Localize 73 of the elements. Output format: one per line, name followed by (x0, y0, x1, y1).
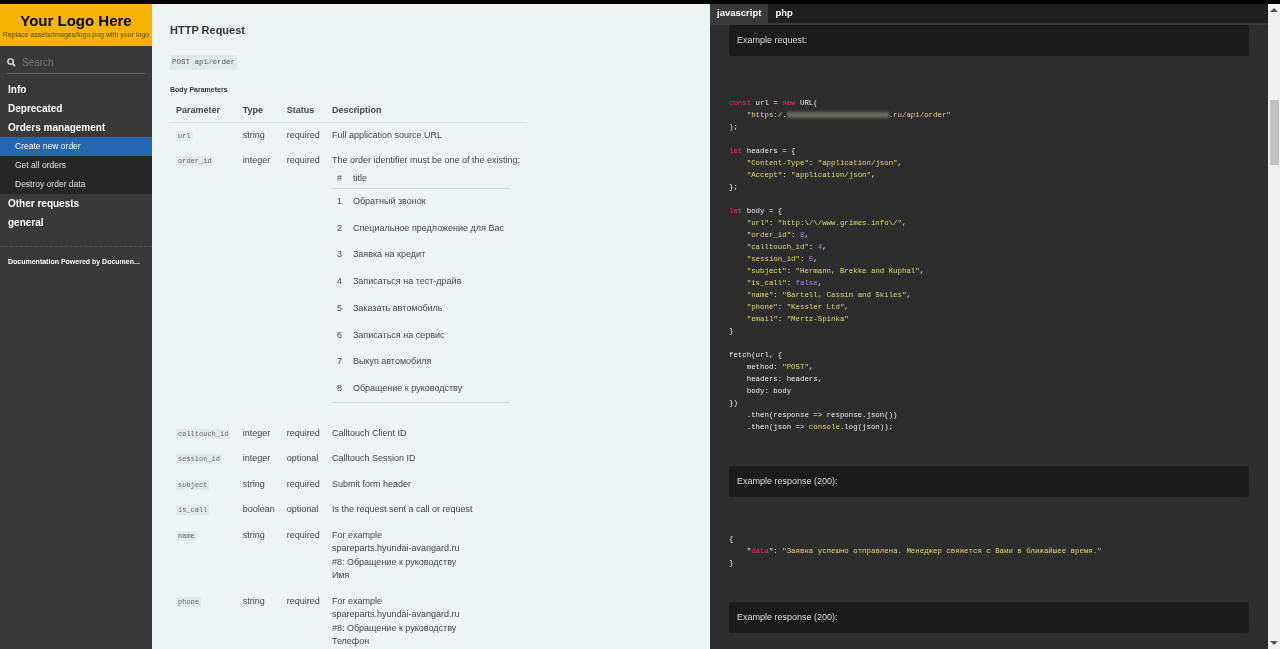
description-text: Full application source URL (331, 128, 443, 142)
table-cell: string (236, 122, 281, 148)
nav-item[interactable]: general (0, 213, 152, 232)
description-text: Calltouch Client ID (331, 426, 408, 440)
description-text: spareparts.hyundai-avangard.ru (331, 542, 461, 555)
table-cell-text: required (285, 528, 321, 542)
table-cell-text: Записаться на тест-драйв (351, 275, 463, 289)
table-cell-text: required (285, 426, 321, 440)
nav-subitem[interactable]: Create new order (0, 137, 152, 156)
table-cell-text: 5 (335, 301, 343, 315)
description-text: For example (331, 528, 383, 542)
table-cell-text: optional (285, 452, 320, 465)
nav-item[interactable]: Orders management (0, 118, 152, 137)
table-cell: 8 (331, 375, 348, 402)
table-cell-text: Заявка на кредит (351, 248, 427, 262)
table-cell-text: string (241, 528, 266, 542)
description-text: #8: Обращение к руководству (331, 555, 458, 569)
description-text: #8: Обращение к руководству (331, 621, 458, 635)
table-cell: required (280, 122, 326, 148)
section-heading: HTTP Request (170, 23, 246, 38)
table-cell-text: required (285, 477, 321, 491)
table-cell: Обратный звонок (347, 188, 510, 216)
description-text: Submit form header (331, 477, 412, 491)
column-header: # (331, 168, 348, 189)
table-cell-text: required (285, 594, 321, 608)
table-cell-text: string (241, 477, 266, 491)
column-header: Parameter (170, 99, 237, 122)
description-text: Имя (331, 569, 351, 582)
search-icon (7, 58, 16, 67)
table-cell-text: 6 (335, 328, 343, 342)
table-cell: Обращение к руководству (347, 375, 510, 402)
column-header: Description (325, 99, 526, 122)
table-cell-text: boolean (241, 503, 276, 516)
example-label: Example request: (729, 25, 1249, 56)
nav-subitem[interactable]: Destroy order data (0, 175, 152, 194)
language-tab[interactable]: javascript (710, 4, 769, 23)
nav-item[interactable]: Other requests (0, 194, 152, 213)
language-tab[interactable]: php (768, 4, 800, 23)
column-header: Type (236, 99, 281, 122)
example-label: Example response (200): (729, 602, 1249, 633)
scroll-up-icon[interactable] (1270, 8, 1278, 12)
description-text: Calltouch Session ID (331, 452, 417, 465)
description-text: spareparts.hyundai-avangard.ru (331, 608, 461, 621)
nav-subitem[interactable]: Get all orders (0, 156, 152, 175)
nav-item[interactable]: Info (0, 80, 152, 99)
description-text: For example (331, 594, 383, 608)
table-cell-text: required (285, 154, 321, 167)
scrollbar[interactable] (1268, 4, 1280, 649)
scroll-down-icon[interactable] (1270, 641, 1278, 645)
table-cell-text: integer (241, 426, 272, 440)
table-cell-text: 4 (335, 275, 343, 289)
table-cell-text: Специальное предложение для Вас (351, 221, 505, 235)
nav-item[interactable]: Deprecated (0, 99, 152, 118)
table-cell-text: 7 (335, 355, 343, 369)
logo-title: Your Logo Here (20, 11, 132, 30)
table-cell-text: integer (241, 154, 272, 167)
column-header: title (347, 168, 510, 189)
scrollbar-thumb[interactable] (1269, 100, 1279, 165)
column-header: Status (280, 99, 326, 122)
search-field[interactable]: Search (22, 55, 142, 70)
description-text: Телефон (331, 635, 371, 648)
table-cell-text: 2 (335, 221, 343, 235)
table-cell: 1 (331, 188, 348, 216)
table-cell-text: optional (285, 503, 320, 516)
table-cell-text: Записаться на сервис (351, 328, 446, 342)
table-cell-text: string (241, 594, 266, 608)
description-text: Is the request sent a call or request (331, 503, 474, 516)
table-cell-text: Выкуп автомобиля (351, 355, 433, 369)
table-cell-text: Заказать автомобиль (351, 301, 444, 315)
table-cell-text: integer (241, 452, 272, 465)
table-cell-text: 3 (335, 248, 343, 262)
example-label: Example response (200): (729, 466, 1249, 497)
description-text: The order identifier must be one of the existing: (331, 154, 520, 167)
